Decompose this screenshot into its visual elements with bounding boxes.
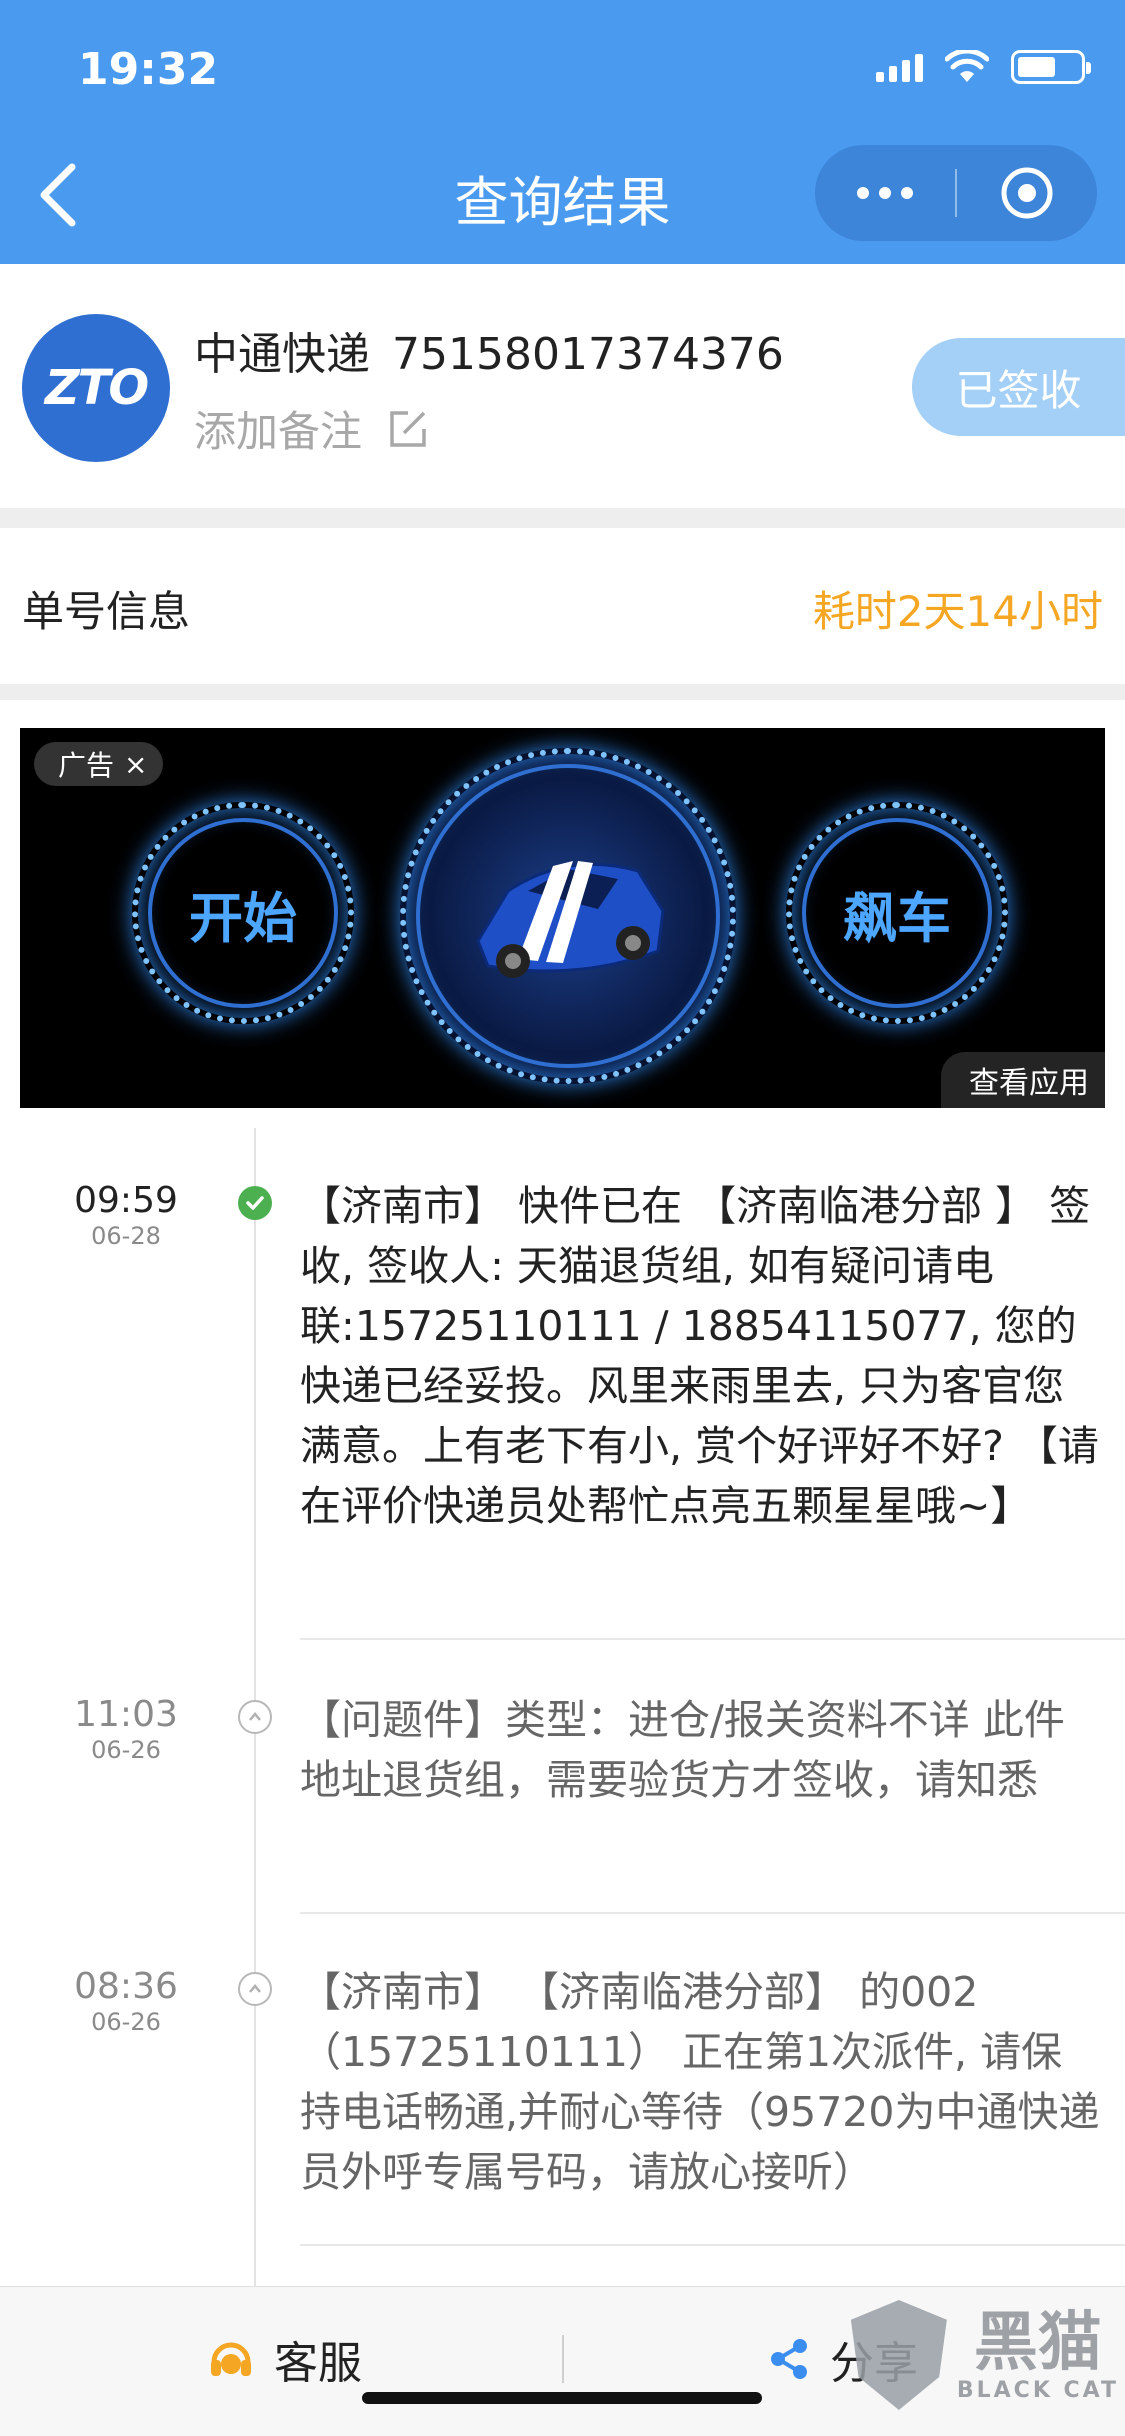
package-title: 中通快递 75158017374376 xyxy=(194,318,784,382)
ad-banner[interactable]: 广告 × 开始 飙车 查看应用 xyxy=(20,728,1105,1108)
check-icon xyxy=(238,1186,272,1220)
ad-close-icon[interactable]: × xyxy=(124,748,147,781)
add-note-button[interactable]: 添加备注 xyxy=(194,398,428,459)
headset-icon xyxy=(211,2342,251,2376)
watermark-logo: 黑猫 BLACK CAT xyxy=(850,2300,1119,2410)
more-button[interactable] xyxy=(815,145,955,241)
ring-right-text: 飙车 xyxy=(843,886,951,950)
edit-icon xyxy=(390,410,426,447)
home-indicator[interactable] xyxy=(362,2392,762,2404)
status-badge: 已签收 xyxy=(912,338,1125,436)
section-divider xyxy=(0,508,1125,528)
event-divider xyxy=(300,2244,1125,2246)
event-time: 08:36 xyxy=(74,1966,178,2007)
courier-name: 中通快递 xyxy=(194,329,370,380)
event-date: 06-26 xyxy=(91,2008,161,2036)
ad-tag[interactable]: 广告 × xyxy=(34,742,164,786)
event-date: 06-26 xyxy=(91,1736,161,1764)
event-text: 【济南市】 【济南临港分部】 的002（15725110111） 正在第1次派件… xyxy=(300,1968,1100,2196)
event-text: 【问题件】类型：进仓/报关资料不详 此件地址退货组，需要验货方才签收，请知悉 xyxy=(300,1696,1065,1804)
section-divider xyxy=(0,684,1125,700)
back-button[interactable] xyxy=(28,160,88,230)
customer-service-button[interactable]: 客服 xyxy=(206,2327,362,2391)
package-card: ZTO 中通快递 75158017374376 添加备注 已签收 xyxy=(0,264,1125,508)
tracking-number: 75158017374376 xyxy=(392,329,784,380)
info-label: 单号信息 xyxy=(22,587,191,636)
race-ring: 飙车 xyxy=(786,802,1008,1024)
mini-program-capsule xyxy=(815,145,1097,241)
customer-service-label: 客服 xyxy=(274,2338,362,2389)
status-icons xyxy=(876,50,1091,84)
car-ring xyxy=(400,748,736,1084)
bottom-divider xyxy=(562,2335,564,2383)
wifi-icon xyxy=(945,50,989,82)
cat-shield-icon xyxy=(850,2300,947,2410)
event-divider xyxy=(300,1912,1125,1914)
event-date: 06-28 xyxy=(91,1222,161,1250)
event-divider xyxy=(300,1638,1125,1640)
watermark-cn: 黑猫 xyxy=(973,2305,1102,2380)
signal-icon xyxy=(876,52,923,82)
battery-icon xyxy=(1011,50,1091,84)
view-app-button[interactable]: 查看应用 xyxy=(941,1052,1105,1108)
race-car-icon xyxy=(476,861,665,978)
ad-label: 广告 xyxy=(58,749,115,782)
share-icon xyxy=(771,2339,807,2379)
start-ring: 开始 xyxy=(132,802,354,1024)
chevron-up-icon xyxy=(238,1972,272,2006)
header: 19:32 查询结果 xyxy=(0,0,1125,264)
close-button[interactable] xyxy=(957,145,1097,241)
chevron-up-icon xyxy=(238,1700,272,1734)
event-text: 【济南市】 快件已在 【济南临港分部 】 签收, 签收人: 天猫退货组, 如有疑… xyxy=(300,1182,1099,1530)
event-time: 11:03 xyxy=(74,1694,178,1735)
zto-logo: ZTO xyxy=(22,314,170,462)
target-close-icon xyxy=(1001,167,1053,219)
add-note-label: 添加备注 xyxy=(194,407,363,456)
transit-duration: 耗时2天14小时 xyxy=(812,587,1103,636)
watermark-en: BLACK CAT xyxy=(956,2377,1119,2403)
status-time: 19:32 xyxy=(78,44,219,95)
event-time: 09:59 xyxy=(74,1180,178,1221)
ring-left-text: 开始 xyxy=(189,886,297,950)
chevron-left-icon xyxy=(40,163,76,227)
tracking-info-row: 单号信息 耗时2天14小时 xyxy=(0,528,1125,684)
